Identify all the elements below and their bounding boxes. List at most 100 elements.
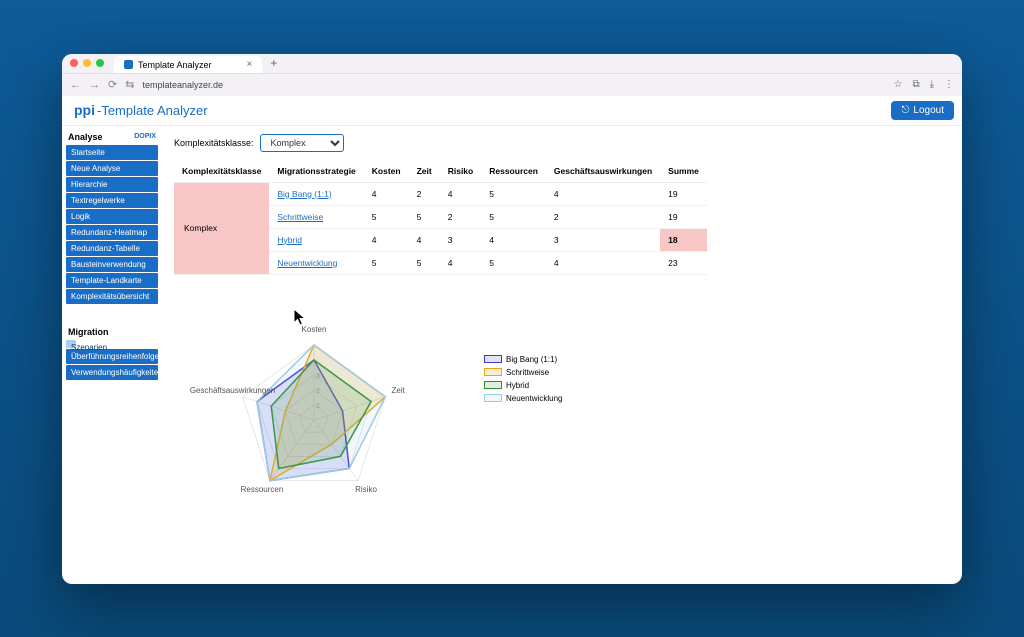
new-tab-button[interactable]: + [270, 56, 277, 70]
address-bar: ← → ⟳ ⇆ templateanalyzer.de ☆ ⧉ ⤓ ⋮ [62, 74, 962, 96]
app-logo[interactable]: ppi -Template Analyzer [70, 102, 208, 118]
filter-row: Komplexitätsklasse: Komplex [174, 134, 950, 152]
main-content: Komplexitätsklasse: Komplex Komplexitäts… [162, 126, 962, 584]
column-header: Geschäftsauswirkungen [546, 160, 660, 183]
downloads-icon[interactable]: ⤓ [930, 79, 934, 90]
cell-sum: 18 [660, 228, 707, 251]
strategy-link[interactable]: Hybrid [277, 235, 302, 245]
column-header: Zeit [409, 160, 440, 183]
sidebar-item-komplexit-ts-bersicht[interactable]: Komplexitätsübersicht [66, 289, 158, 304]
sidebar-item-textregelwerke[interactable]: Textregelwerke [66, 193, 158, 208]
legend-label: Neuentwicklung [506, 394, 562, 403]
legend-item[interactable]: Big Bang (1:1) [484, 355, 562, 364]
sidebar-item-redundanz-heatmap[interactable]: Redundanz-Heatmap [66, 225, 158, 240]
url-field[interactable]: templateanalyzer.de [142, 80, 885, 90]
sidebar-item-neue-analyse[interactable]: Neue Analyse [66, 161, 158, 176]
cell-value: 2 [440, 205, 482, 228]
cell-value: 5 [481, 205, 546, 228]
legend-label: Schrittweise [506, 368, 549, 377]
cell-value: 2 [409, 182, 440, 205]
tab-favicon-icon [124, 60, 133, 69]
extensions-icon[interactable]: ⧉ [912, 79, 919, 90]
cell-value: 3 [546, 228, 660, 251]
column-header: Kosten [364, 160, 409, 183]
cell-value: 4 [364, 182, 409, 205]
legend-label: Big Bang (1:1) [506, 355, 557, 364]
strategy-link[interactable]: Neuentwicklung [277, 258, 337, 268]
chart-legend: Big Bang (1:1) Schrittweise Hybrid Neuentwi… [484, 355, 562, 525]
column-header: Ressourcen [481, 160, 546, 183]
reload-button[interactable]: ⟳ [108, 78, 117, 91]
cell-sum: 23 [660, 251, 707, 274]
cell-value: 5 [409, 251, 440, 274]
sidebar-item-logik[interactable]: Logik [66, 209, 158, 224]
sidebar-item-bausteinverwendung[interactable]: Bausteinverwendung [66, 257, 158, 272]
cell-strategy: Schrittweise [269, 205, 363, 228]
cell-value: 3 [440, 228, 482, 251]
sidebar-section-migration-label: Migration [68, 327, 109, 337]
cell-value: 4 [364, 228, 409, 251]
axis-label: Risiko [326, 485, 406, 494]
row-group-header: Komplex [174, 182, 269, 274]
cell-value: 2 [546, 205, 660, 228]
sidebar: Analyse DOPIX StartseiteNeue AnalyseHier… [62, 126, 162, 584]
logout-label: Logout [913, 105, 944, 116]
legend-item[interactable]: Neuentwicklung [484, 394, 562, 403]
sidebar-item-verwendungsh-ufigkeiten[interactable]: Verwendungshäufigkeiten [66, 365, 158, 380]
legend-swatch-icon [484, 355, 502, 363]
sidebar-item-startseite[interactable]: Startseite [66, 145, 158, 160]
legend-item[interactable]: Schrittweise [484, 368, 562, 377]
cell-strategy: Big Bang (1:1) [269, 182, 363, 205]
app-body: Analyse DOPIX StartseiteNeue AnalyseHier… [62, 126, 962, 584]
sidebar-section-analyse: Analyse DOPIX [66, 129, 158, 145]
window-controls [70, 59, 104, 67]
site-info-icon[interactable]: ⇆ [125, 78, 134, 91]
sidebar-item-template-landkarte[interactable]: Template-Landkarte [66, 273, 158, 288]
cell-value: 5 [481, 182, 546, 205]
cell-value: 5 [364, 251, 409, 274]
sidebar-item-hierarchie[interactable]: Hierarchie [66, 177, 158, 192]
back-button[interactable]: ← [70, 79, 81, 91]
cell-value: 4 [546, 182, 660, 205]
cell-sum: 19 [660, 205, 707, 228]
sidebar-section-migration: Migration [66, 324, 158, 340]
legend-swatch-icon [484, 368, 502, 376]
complexity-select[interactable]: Komplex [260, 134, 344, 152]
cell-value: 5 [409, 205, 440, 228]
menu-icon[interactable]: ⋮ [944, 79, 954, 90]
sidebar-item-redundanz-tabelle[interactable]: Redundanz-Tabelle [66, 241, 158, 256]
logo-primary: ppi [74, 102, 95, 118]
close-window-icon[interactable] [70, 59, 78, 67]
chart-area: 123 KostenZeitRisikoRessourcenGeschäftsa… [174, 305, 950, 525]
browser-window: Template Analyzer × + ← → ⟳ ⇆ templatean… [62, 54, 962, 584]
tab-title: Template Analyzer [138, 60, 212, 70]
app-header: ppi -Template Analyzer ⎋ Logout [62, 96, 962, 126]
minimize-window-icon[interactable] [83, 59, 91, 67]
cell-value: 4 [546, 251, 660, 274]
logout-button[interactable]: ⎋ Logout [891, 101, 954, 120]
table-row: KomplexBig Bang (1:1)4245419 [174, 182, 707, 205]
radar-chart: 123 KostenZeitRisikoRessourcenGeschäftsa… [174, 305, 454, 525]
cell-value: 5 [364, 205, 409, 228]
cell-value: 4 [440, 182, 482, 205]
cell-value: 4 [409, 228, 440, 251]
cell-strategy: Hybrid [269, 228, 363, 251]
axis-label: Kosten [274, 325, 354, 334]
axis-label: Ressourcen [222, 485, 302, 494]
axis-label: Geschäftsauswirkungen [190, 386, 270, 395]
sidebar-section-analyse-label: Analyse [68, 132, 103, 142]
maximize-window-icon[interactable] [96, 59, 104, 67]
sidebar-item-szenarien[interactable]: Szenarien [66, 340, 76, 348]
browser-tab[interactable]: Template Analyzer × [114, 56, 262, 73]
forward-button[interactable]: → [89, 79, 100, 91]
dopix-badge[interactable]: DOPIX [134, 133, 156, 140]
strategy-link[interactable]: Schrittweise [277, 212, 323, 222]
bookmark-icon[interactable]: ☆ [893, 79, 902, 90]
column-header: Komplexitätsklasse [174, 160, 269, 183]
strategy-link[interactable]: Big Bang (1:1) [277, 189, 331, 199]
logout-icon: ⎋ [901, 105, 909, 116]
cell-value: 4 [440, 251, 482, 274]
column-header: Migrationsstrategie [269, 160, 363, 183]
close-tab-icon[interactable]: × [247, 59, 253, 70]
legend-item[interactable]: Hybrid [484, 381, 562, 390]
